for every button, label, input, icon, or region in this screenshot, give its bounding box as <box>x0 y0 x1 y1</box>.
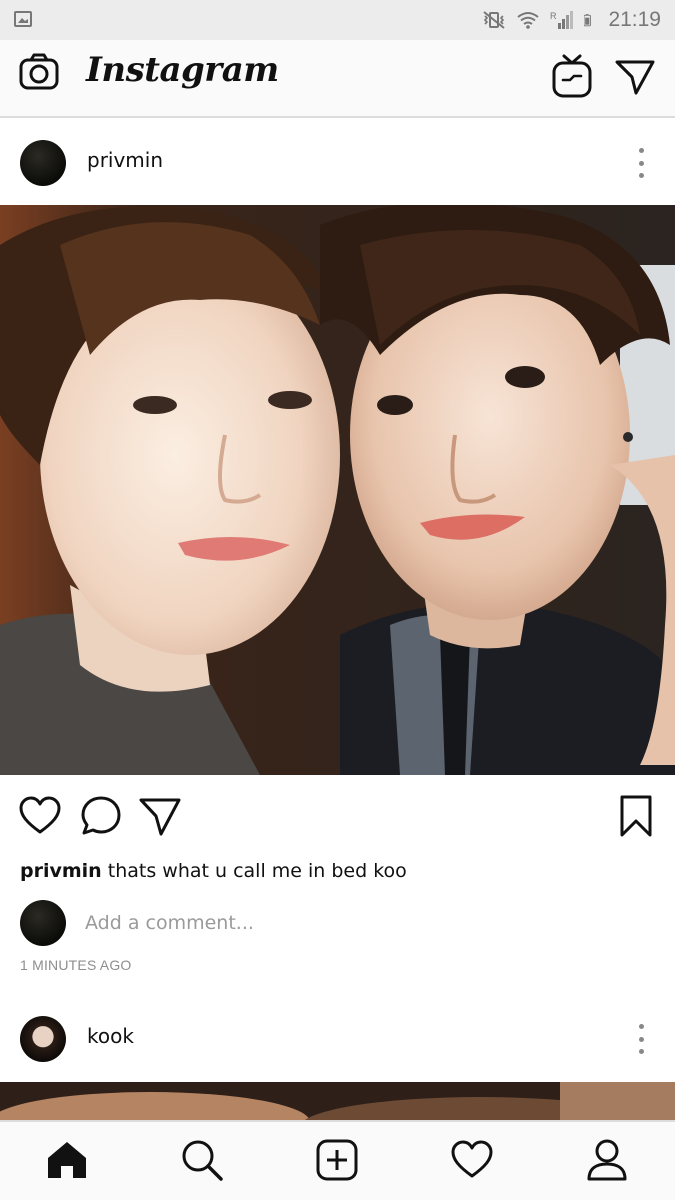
status-icons: R 21:19 <box>482 6 661 34</box>
photo-illustration <box>0 205 675 775</box>
wifi-icon <box>517 12 540 29</box>
post-caption: privmin thats what u call me in bed koo <box>20 860 407 882</box>
bookmark-icon[interactable] <box>614 794 658 838</box>
post-username-2[interactable]: kook <box>87 1024 134 1048</box>
app-title: Instagram <box>86 50 279 90</box>
more-options-icon-2[interactable] <box>637 1024 645 1054</box>
direct-message-icon[interactable] <box>614 57 656 97</box>
comment-input[interactable] <box>85 912 485 934</box>
status-bar: R 21:19 <box>0 0 675 40</box>
new-post-icon[interactable] <box>315 1138 359 1182</box>
share-icon[interactable] <box>138 794 182 838</box>
comment-icon[interactable] <box>79 794 123 838</box>
post-username[interactable]: privmin <box>87 148 163 172</box>
activity-heart-icon[interactable] <box>450 1138 494 1182</box>
caption-text: thats what u call me in bed koo <box>101 860 407 882</box>
my-avatar <box>20 900 66 946</box>
heart-icon[interactable] <box>18 794 62 838</box>
battery-icon <box>584 14 592 27</box>
clock: 21:19 <box>608 8 661 31</box>
add-comment-row <box>0 900 675 950</box>
svg-text:R: R <box>550 11 557 21</box>
post-header: privmin <box>0 120 675 206</box>
profile-icon[interactable] <box>585 1138 629 1182</box>
bottom-navigation <box>0 1120 675 1200</box>
photo-2-illustration <box>0 1082 675 1122</box>
gallery-icon <box>14 11 32 27</box>
post-photo-2[interactable] <box>0 1082 675 1122</box>
post-photo[interactable] <box>0 205 675 775</box>
signal-roaming-icon: R <box>550 11 574 29</box>
camera-icon[interactable] <box>18 52 60 94</box>
post-actions <box>0 790 675 840</box>
caption-username[interactable]: privmin <box>20 860 102 882</box>
igtv-icon[interactable] <box>552 54 592 98</box>
more-options-icon[interactable] <box>637 148 645 178</box>
top-app-bar: Instagram <box>0 40 675 118</box>
home-icon[interactable] <box>45 1138 89 1182</box>
avatar[interactable] <box>20 140 66 186</box>
search-icon[interactable] <box>180 1138 224 1182</box>
post-header-2: kook <box>0 996 675 1082</box>
avatar-2[interactable] <box>20 1016 66 1062</box>
vibrate-mute-icon <box>483 11 506 29</box>
post-timestamp: 1 MINUTES AGO <box>20 957 132 973</box>
